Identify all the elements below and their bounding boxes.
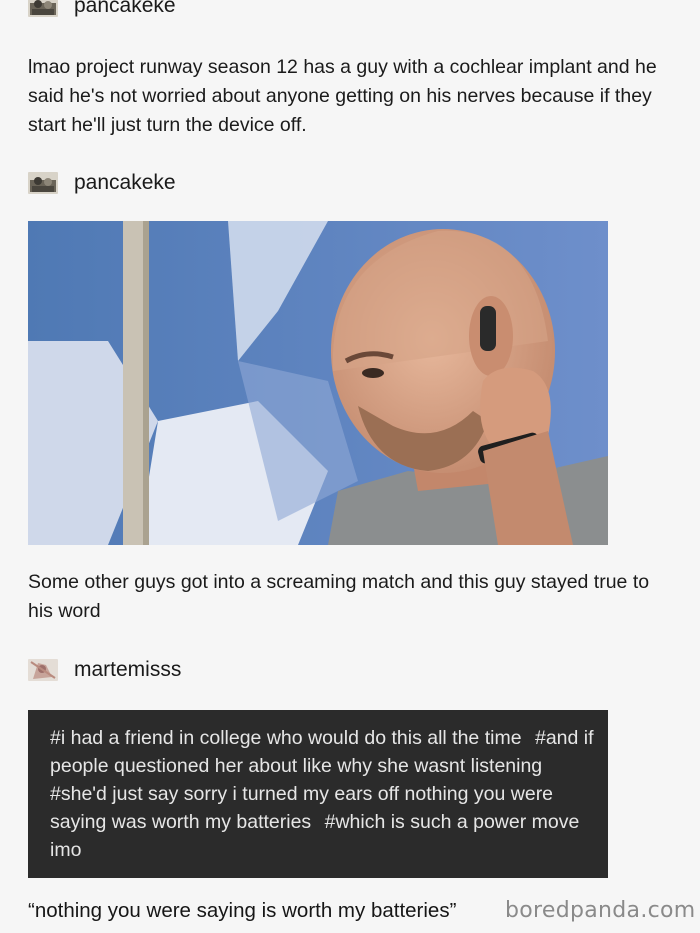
username[interactable]: martemisss (74, 658, 181, 682)
post-header: martemisss (28, 658, 181, 682)
post-text: lmao project runway season 12 has a guy … (28, 56, 657, 136)
avatar[interactable] (28, 659, 58, 681)
tag-box: #i had a friend in college who would do … (28, 710, 608, 878)
avatar[interactable] (28, 172, 58, 194)
post-header: pancakeke (28, 171, 176, 195)
caption: “nothing you were saying is worth my bat… (28, 899, 457, 922)
avatar[interactable] (28, 0, 58, 17)
tag[interactable]: #i had a friend in college who would do … (50, 727, 522, 749)
username[interactable]: pancakeke (74, 0, 176, 18)
watermark: boredpanda.com (505, 898, 696, 923)
username[interactable]: pancakeke (74, 171, 176, 195)
post-photo[interactable] (28, 221, 608, 545)
tag-list: #i had a friend in college who would do … (50, 724, 600, 864)
post-header: pancakeke (28, 0, 176, 18)
post-text: Some other guys got into a screaming mat… (28, 571, 650, 622)
